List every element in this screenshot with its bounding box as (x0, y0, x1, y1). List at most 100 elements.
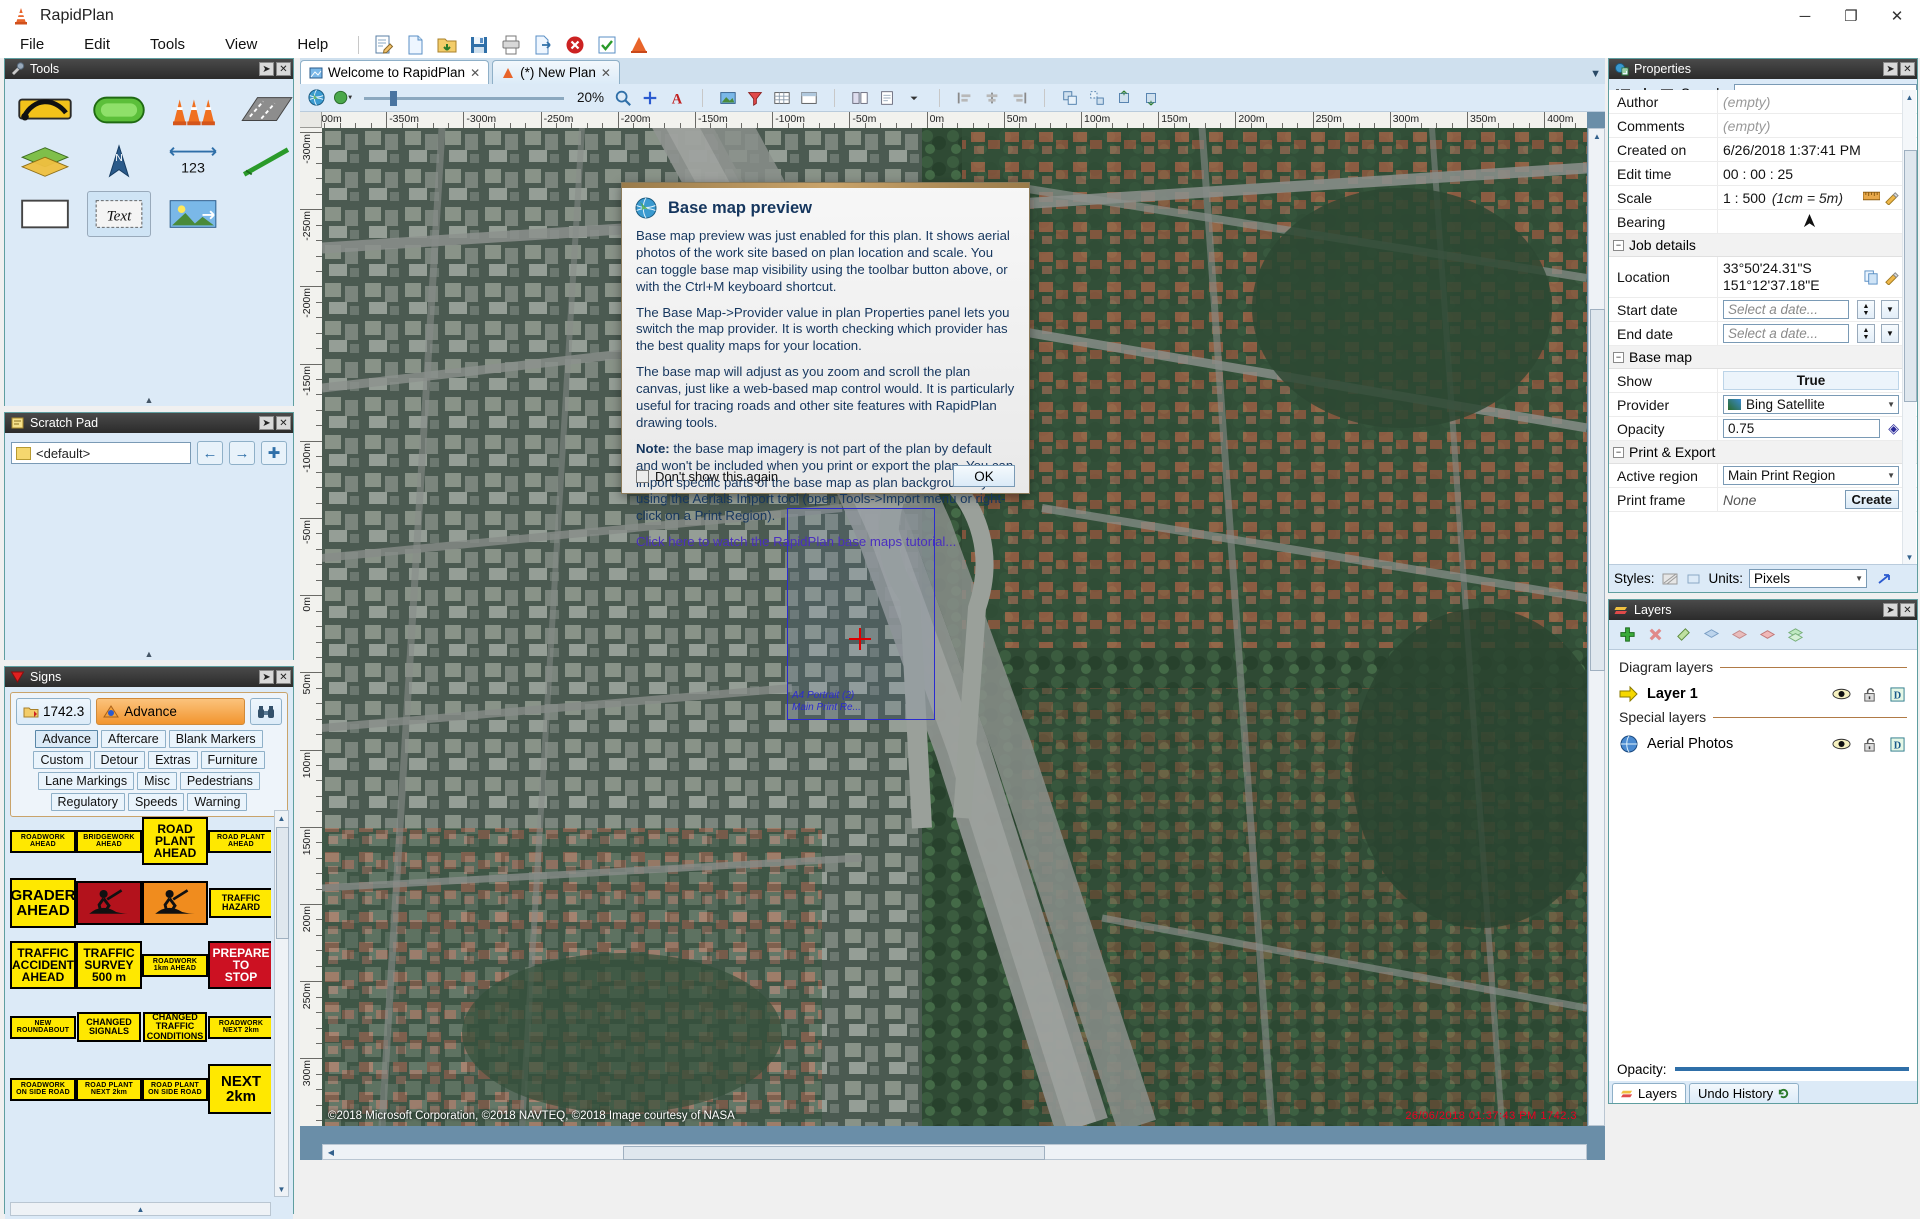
property-value[interactable]: Main Print Region ▼ (1717, 464, 1917, 487)
property-value[interactable]: 33°50'24.31"S 151°12'37.18"E (1717, 257, 1917, 297)
tab-undo-history[interactable]: Undo History (1689, 1083, 1800, 1103)
sign-tile[interactable]: ROAD PLANT NEXT 2km (76, 1077, 142, 1101)
layer-row[interactable]: Aerial Photos D (1619, 729, 1907, 759)
sign-tile[interactable]: TRAFFIC ACCIDENT AHEAD (10, 941, 76, 989)
minimize-button[interactable]: ─ (1782, 0, 1828, 32)
property-row[interactable]: Author (empty) (1609, 90, 1917, 114)
menu-tools[interactable]: Tools (130, 32, 205, 58)
layer-control[interactable] (1859, 685, 1879, 703)
tab-welcome-close[interactable]: ✕ (470, 66, 480, 80)
property-value[interactable]: Bing Satellite ▼ (1717, 393, 1917, 416)
menu-file[interactable]: File (0, 32, 64, 58)
properties-close-button[interactable]: ✕ (1900, 62, 1915, 76)
date-spinner[interactable]: ▲ ▼ (1857, 324, 1875, 343)
edit-layer-icon[interactable] (1673, 625, 1693, 645)
property-value[interactable]: 6/26/2018 1:37:41 PM (1717, 138, 1917, 161)
sign-category-tag[interactable]: Speeds (127, 793, 185, 811)
print-icon[interactable] (499, 33, 527, 57)
scratch-combo[interactable]: <default> (11, 442, 191, 464)
sign-tile[interactable]: TRAFFIC SURVEY 500 m (76, 941, 142, 989)
property-value[interactable]: Select a date... ▲ ▼ ▼ (1717, 322, 1917, 345)
sign-tile[interactable]: TRAFFIC HAZARD (209, 888, 271, 918)
group-icon[interactable] (1058, 87, 1082, 109)
properties-scrollbar[interactable]: ▲ ▼ (1902, 90, 1917, 564)
property-row[interactable]: Created on 6/26/2018 1:37:41 PM (1609, 138, 1917, 162)
property-row[interactable]: Bearing (1609, 210, 1917, 234)
tab-layers[interactable]: Layers (1612, 1083, 1687, 1103)
canvas-horizontal-scrollbar[interactable]: ◀ (322, 1144, 1587, 1160)
menu-help[interactable]: Help (277, 32, 348, 58)
properties-scroll-thumb[interactable] (1904, 150, 1917, 402)
sign-tile[interactable]: ROADWORK AHEAD (10, 829, 76, 853)
property-combo[interactable]: Main Print Region ▼ (1723, 466, 1899, 485)
properties-scroll-up[interactable]: ▲ (1904, 91, 1915, 103)
create-print-frame-button[interactable]: Create (1844, 490, 1899, 509)
property-row[interactable]: Start date Select a date... ▲ ▼ ▼ (1609, 298, 1917, 322)
scratch-prev-button[interactable]: ← (197, 441, 223, 465)
property-row[interactable]: Comments (empty) (1609, 114, 1917, 138)
property-row[interactable]: Provider Bing Satellite ▼ (1609, 393, 1917, 417)
tool-north-arrow[interactable]: N (87, 139, 151, 185)
layers-opacity-slider[interactable] (1674, 1067, 1909, 1071)
property-row[interactable]: End date Select a date... ▲ ▼ ▼ (1609, 322, 1917, 346)
layers-pin-button[interactable]: ➤ (1883, 603, 1898, 617)
property-value[interactable]: (empty) (1717, 90, 1917, 113)
sign-library-button[interactable]: 1742.3 (16, 698, 92, 725)
save-icon[interactable] (467, 33, 495, 57)
signs-scroll-down-arrow[interactable]: ▼ (276, 1183, 287, 1195)
signs-icon[interactable] (627, 33, 655, 57)
merge-layer-icon[interactable] (1757, 625, 1777, 645)
sign-tile[interactable]: CHANGED SIGNALS (77, 1012, 141, 1042)
layer-control[interactable] (1831, 735, 1851, 753)
spin-diamond-icon[interactable]: ◈ (1888, 420, 1899, 437)
sign-category-tag[interactable]: Furniture (200, 751, 265, 769)
tool-rectangle[interactable] (13, 191, 77, 237)
zoom-slider-thumb[interactable] (390, 90, 397, 106)
sign-category-tag[interactable]: Misc (137, 772, 177, 790)
edit-plan-icon[interactable] (371, 33, 399, 57)
ungroup-icon[interactable] (1085, 87, 1109, 109)
text-a-icon[interactable]: A (665, 87, 689, 109)
globe-icon[interactable] (304, 87, 328, 109)
property-value[interactable]: 00 : 00 : 25 (1717, 162, 1917, 185)
canvas-hscroll-thumb[interactable] (623, 1146, 1045, 1160)
align-center-icon[interactable] (980, 87, 1004, 109)
group-expander[interactable]: − (1613, 446, 1624, 458)
property-row[interactable]: Edit time 00 : 00 : 25 (1609, 162, 1917, 186)
layer-control[interactable] (1831, 685, 1851, 703)
sign-category-tag[interactable]: Lane Markings (38, 772, 135, 790)
group-expander[interactable]: − (1613, 239, 1624, 251)
tool-road-segment[interactable] (235, 87, 299, 133)
signs-horizontal-scrollbar[interactable]: ▲ (10, 1202, 271, 1216)
menu-edit[interactable]: Edit (64, 32, 130, 58)
sign-tile[interactable]: ROADWORK ON SIDE ROAD (10, 1077, 76, 1101)
move-down-layer-icon[interactable] (1729, 625, 1749, 645)
sign-tile[interactable]: NEW ROUNDABOUT (10, 1015, 76, 1039)
sign-category-tag[interactable]: Pedestrians (179, 772, 260, 790)
sign-category-tag[interactable]: Regulatory (50, 793, 125, 811)
scratch-collapse-handle[interactable]: ▲ (5, 648, 293, 660)
delete-icon[interactable] (563, 33, 591, 57)
property-group-header[interactable]: − Base map (1609, 346, 1917, 369)
bring-front-icon[interactable] (1112, 87, 1136, 109)
property-row[interactable]: Active region Main Print Region ▼ (1609, 464, 1917, 488)
dialog-tutorial-link[interactable]: Click here to watch the RapidPlan base m… (636, 534, 1029, 549)
maximize-button[interactable]: ❐ (1828, 0, 1874, 32)
properties-scroll-down[interactable]: ▼ (1904, 551, 1915, 563)
duplicate-layer-icon[interactable] (1785, 625, 1805, 645)
expand-arrow-icon[interactable] (1875, 571, 1893, 587)
styles-shape-icon[interactable] (1685, 571, 1703, 587)
tab-overflow-chevron[interactable]: ▼ (1590, 68, 1601, 80)
property-row[interactable]: Location 33°50'24.31"S 151°12'37.18"E (1609, 257, 1917, 298)
layer-row[interactable]: Layer 1 D (1619, 679, 1907, 709)
sign-find-button[interactable] (250, 698, 282, 725)
tab-welcome[interactable]: Welcome to RapidPlan ✕ (300, 60, 490, 84)
split-icon[interactable] (848, 87, 872, 109)
basemap-toggle-icon[interactable] (331, 87, 355, 109)
property-row[interactable]: Show True (1609, 369, 1917, 393)
menu-view[interactable]: View (205, 32, 277, 58)
date-field[interactable]: Select a date... (1723, 324, 1849, 343)
sign-tile[interactable] (142, 881, 208, 925)
tool-cones[interactable] (161, 87, 225, 133)
opacity-input[interactable]: 0.75 (1723, 419, 1881, 438)
